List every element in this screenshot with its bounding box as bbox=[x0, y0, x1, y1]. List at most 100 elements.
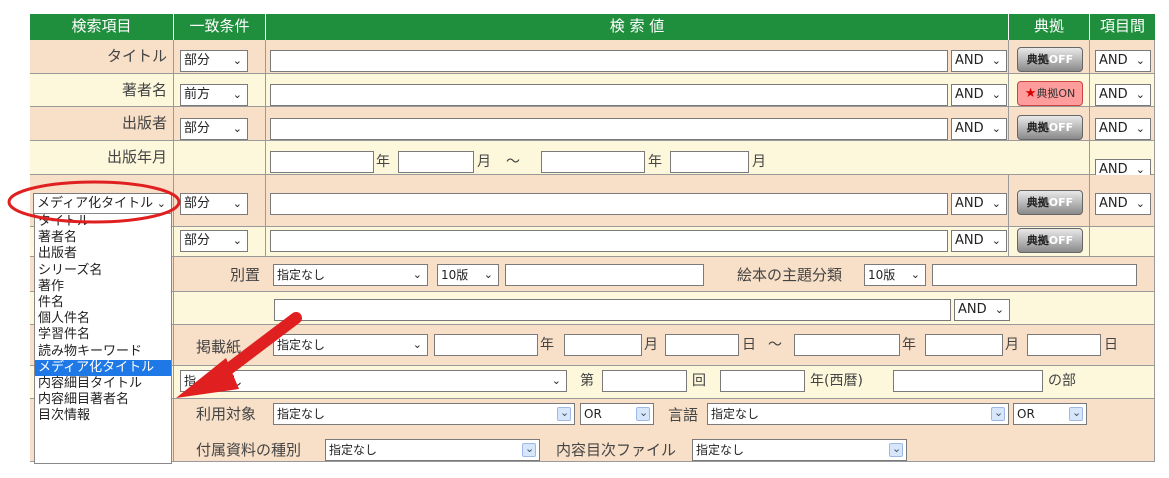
target-label: 利用対象 bbox=[196, 405, 257, 423]
chevron-down-icon: ⌄ bbox=[1135, 88, 1145, 101]
match-select-row6-value: 部分 bbox=[184, 233, 211, 248]
published-month-from-input[interactable] bbox=[564, 334, 642, 356]
language-select[interactable]: 指定なし bbox=[707, 403, 1009, 425]
source-prefix: 典拠 bbox=[1026, 196, 1049, 209]
target-select[interactable]: 指定なし bbox=[273, 403, 575, 425]
title-input[interactable] bbox=[270, 50, 948, 72]
award-section-input[interactable] bbox=[893, 370, 1043, 392]
chevron-down-icon bbox=[522, 440, 536, 459]
label-publisher: 出版者 bbox=[30, 107, 174, 141]
dropdown-option[interactable]: 件名 bbox=[35, 295, 171, 311]
item-select-media[interactable]: メディア化タイトル ⌄ bbox=[33, 193, 172, 215]
dropdown-option[interactable]: 著作 bbox=[35, 279, 171, 295]
picture-book-class-input[interactable] bbox=[932, 264, 1137, 286]
chevron-down-icon: ⌄ bbox=[991, 122, 1001, 135]
award-select-value: 指 bbox=[184, 374, 197, 388]
pubdate-year-from-input[interactable] bbox=[270, 151, 374, 173]
media-op-select[interactable]: AND ⌄ bbox=[951, 193, 1007, 215]
attached-select[interactable]: 指定なし bbox=[325, 439, 540, 461]
author-op-value: AND bbox=[955, 87, 984, 102]
title-op-select[interactable]: AND ⌄ bbox=[951, 50, 1007, 72]
match-select-row6[interactable]: 部分 ⌄ bbox=[180, 230, 248, 252]
chevron-down-icon bbox=[889, 440, 903, 459]
source-off-button-media[interactable]: 典拠OFF bbox=[1017, 190, 1083, 215]
chevron-down-icon: ⌄ bbox=[412, 338, 422, 351]
source-off-button-row6[interactable]: 典拠OFF bbox=[1017, 228, 1083, 253]
match-select-author[interactable]: 前方 ⌄ bbox=[180, 84, 248, 106]
chevron-down-icon: ⌄ bbox=[1135, 122, 1145, 135]
source-off-button-publisher[interactable]: 典拠OFF bbox=[1017, 115, 1083, 140]
published-year-to-input[interactable] bbox=[794, 334, 900, 356]
publisher-input[interactable] bbox=[270, 118, 948, 140]
shelving-edition-select[interactable]: 10版 ⌄ bbox=[437, 264, 499, 286]
match-select-publisher[interactable]: 部分 ⌄ bbox=[180, 118, 248, 140]
dropdown-option[interactable]: 学習件名 bbox=[35, 327, 171, 343]
pubdate-month-to-input[interactable] bbox=[670, 151, 749, 173]
published-month-to-input[interactable] bbox=[925, 334, 1003, 356]
award-year-input[interactable] bbox=[720, 370, 805, 392]
published-month-unit: 月 bbox=[644, 337, 658, 353]
between-select-title[interactable]: AND ⌄ bbox=[1095, 50, 1151, 72]
source-state: ON bbox=[1058, 87, 1076, 100]
published-day-to-input[interactable] bbox=[1027, 334, 1101, 356]
published-day-from-input[interactable] bbox=[665, 334, 739, 356]
source-off-button-title[interactable]: 典拠OFF bbox=[1017, 47, 1083, 72]
source-state: OFF bbox=[1048, 53, 1074, 66]
shelving-select[interactable]: 指定なし ⌄ bbox=[273, 264, 428, 286]
award-number-input[interactable] bbox=[602, 370, 687, 392]
dropdown-option[interactable]: 出版者 bbox=[35, 246, 171, 262]
published-in-label: 掲載紙 bbox=[196, 338, 242, 356]
dropdown-option[interactable]: シリーズ名 bbox=[35, 263, 171, 279]
dropdown-option[interactable]: タイトル bbox=[35, 214, 171, 230]
dropdown-option[interactable]: 内容細目著者名 bbox=[35, 392, 171, 408]
target-op-select[interactable]: OR bbox=[580, 403, 654, 425]
pubdate-month-unit: 月 bbox=[477, 154, 491, 170]
target-op-value: OR bbox=[584, 407, 602, 421]
dropdown-option[interactable]: 個人件名 bbox=[35, 311, 171, 327]
pubdate-month-from-input[interactable] bbox=[398, 151, 474, 173]
dropdown-option[interactable]: 目次情報 bbox=[35, 408, 171, 424]
pubdate-year-unit-2: 年 bbox=[648, 154, 662, 170]
match-select-author-value: 前方 bbox=[184, 87, 211, 102]
dropdown-option[interactable]: メディア化タイトル bbox=[35, 359, 171, 376]
pubdate-year-to-input[interactable] bbox=[541, 151, 645, 173]
row6-input[interactable] bbox=[270, 230, 948, 252]
item-select-media-value: メディア化タイトル bbox=[37, 196, 154, 211]
target-select-value: 指定なし bbox=[277, 407, 326, 421]
chevron-down-icon: ⌄ bbox=[232, 54, 242, 67]
chevron-down-icon bbox=[1069, 404, 1083, 423]
award-select[interactable]: 指 し ⌄ bbox=[180, 370, 567, 392]
picture-book-edition-select[interactable]: 10版 ⌄ bbox=[864, 264, 926, 286]
between-select-publisher[interactable]: AND ⌄ bbox=[1095, 118, 1151, 140]
shelving-edition-value: 10版 bbox=[441, 268, 469, 282]
chevron-down-icon: ⌄ bbox=[156, 197, 166, 210]
dropdown-option[interactable]: 読み物キーワード bbox=[35, 344, 171, 360]
author-op-select[interactable]: AND ⌄ bbox=[951, 84, 1007, 106]
row8-input[interactable] bbox=[274, 299, 951, 321]
chevron-down-icon: ⌄ bbox=[1135, 54, 1145, 67]
dropdown-option[interactable]: 著者名 bbox=[35, 230, 171, 246]
chevron-down-icon: ⌄ bbox=[991, 197, 1001, 210]
between-select-author[interactable]: AND ⌄ bbox=[1095, 84, 1151, 106]
row8-op-select[interactable]: AND ⌄ bbox=[954, 299, 1010, 321]
publisher-op-select[interactable]: AND ⌄ bbox=[951, 118, 1007, 140]
toc-file-select[interactable]: 指定なし bbox=[692, 439, 907, 461]
toc-file-label: 内容目次ファイル bbox=[556, 441, 677, 459]
match-select-media[interactable]: 部分 ⌄ bbox=[180, 193, 248, 215]
source-prefix: 典拠 bbox=[1036, 87, 1059, 100]
source-prefix: 典拠 bbox=[1026, 121, 1049, 134]
between-select-media[interactable]: AND ⌄ bbox=[1095, 193, 1151, 215]
language-op-select[interactable]: OR bbox=[1013, 403, 1087, 425]
author-input[interactable] bbox=[270, 84, 948, 106]
shelving-input[interactable] bbox=[505, 264, 704, 286]
pubdate-year-unit: 年 bbox=[376, 154, 390, 170]
match-select-title[interactable]: 部分 ⌄ bbox=[180, 50, 248, 72]
source-on-button-author[interactable]: ★典拠ON bbox=[1017, 81, 1083, 106]
chevron-down-icon: ⌄ bbox=[991, 234, 1001, 247]
media-input[interactable] bbox=[270, 193, 948, 215]
dropdown-option[interactable]: 内容細目タイトル bbox=[35, 376, 171, 392]
match-select-title-value: 部分 bbox=[184, 53, 211, 68]
published-year-from-input[interactable] bbox=[434, 334, 538, 356]
row6-op-select[interactable]: AND ⌄ bbox=[951, 230, 1007, 252]
published-in-select[interactable]: 指定なし ⌄ bbox=[273, 334, 428, 356]
